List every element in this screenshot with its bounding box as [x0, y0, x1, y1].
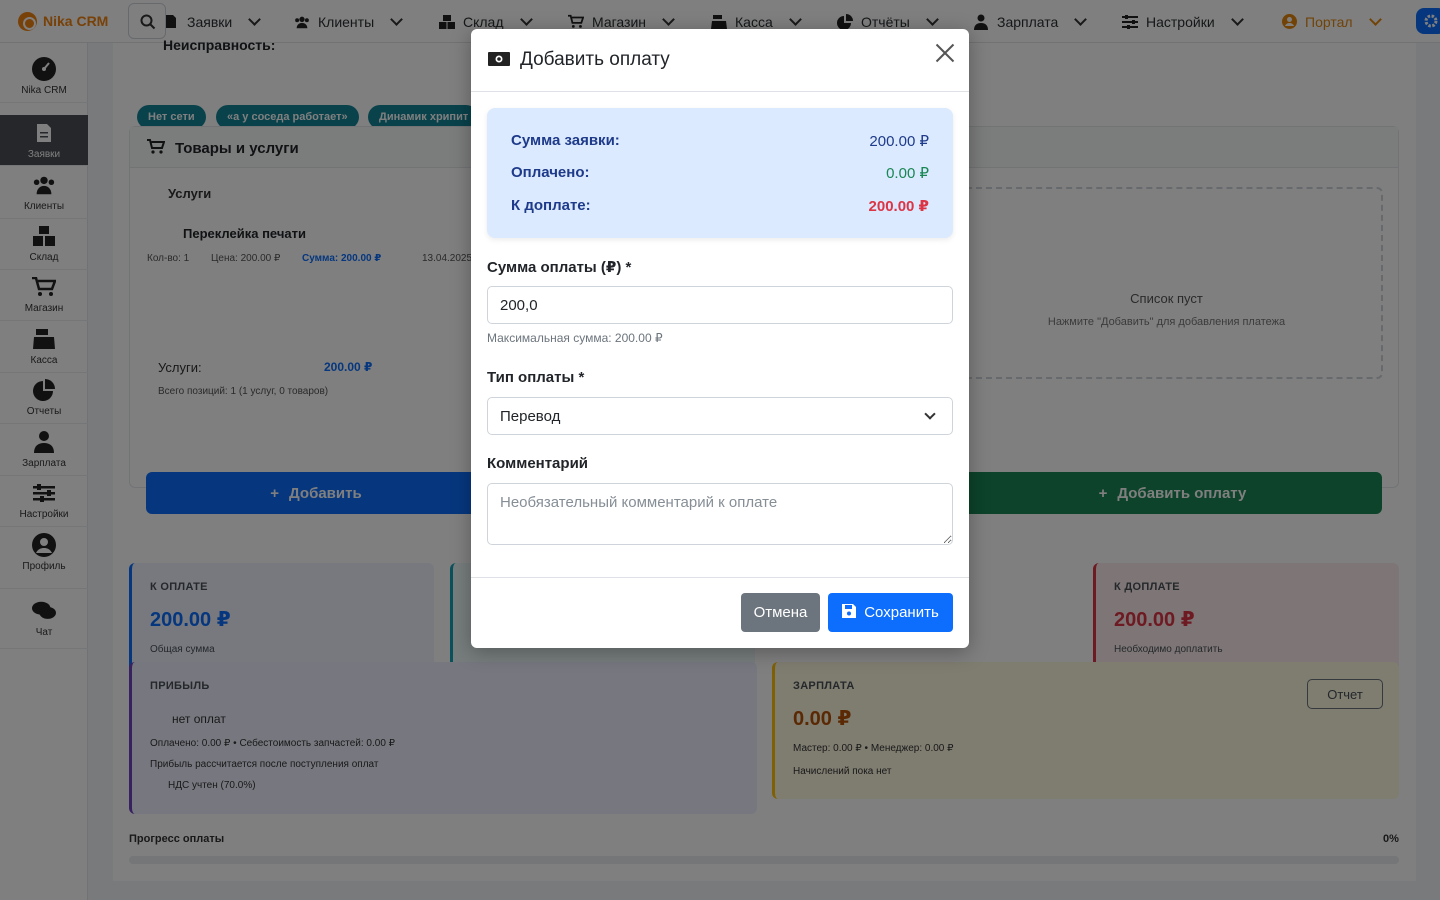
modal-header: Добавить оплату	[471, 29, 969, 92]
close-icon[interactable]	[935, 43, 955, 63]
payment-type-select[interactable]: Перевод	[487, 397, 953, 435]
payment-type-label: Тип оплаты *	[487, 369, 585, 386]
amount-help: Максимальная сумма: 200.00 ₽	[487, 331, 663, 345]
save-button[interactable]: Сохранить	[828, 593, 953, 632]
amount-label: Сумма оплаты (₽) *	[487, 259, 632, 276]
amount-input[interactable]	[487, 286, 953, 324]
summary-value: 200.00 ₽	[868, 198, 929, 215]
cancel-button[interactable]: Отмена	[741, 593, 820, 632]
modal-title: Добавить оплату	[520, 49, 670, 70]
comment-label: Комментарий	[487, 455, 589, 472]
summary-row-total: Сумма заявки: 200.00 ₽	[511, 132, 929, 150]
payment-type-value: Перевод	[500, 407, 561, 425]
money-bill-icon	[488, 51, 510, 70]
add-payment-modal: Добавить оплату Сумма заявки: 200.00 ₽ О…	[471, 29, 969, 648]
summary-value: 200.00 ₽	[869, 133, 929, 150]
summary-value: 0.00 ₽	[886, 165, 929, 182]
summary-row-due: К доплате: 200.00 ₽	[511, 197, 929, 215]
comment-textarea[interactable]	[487, 483, 953, 545]
summary-row-paid: Оплачено: 0.00 ₽	[511, 164, 929, 182]
save-icon	[842, 603, 857, 622]
chevron-down-icon	[924, 408, 936, 420]
payment-summary: Сумма заявки: 200.00 ₽ Оплачено: 0.00 ₽ …	[487, 108, 953, 238]
